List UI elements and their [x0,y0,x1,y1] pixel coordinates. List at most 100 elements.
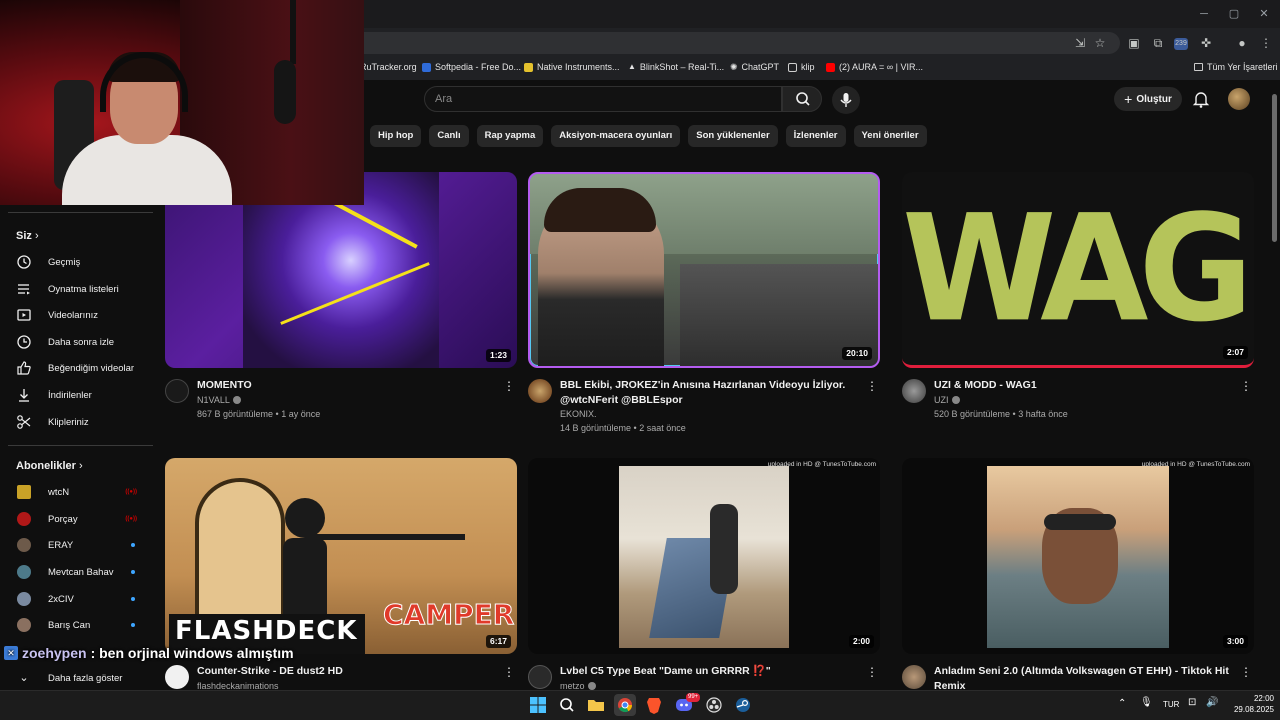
discord-icon[interactable]: 99+ [673,693,701,716]
channel-name[interactable]: EKONIX. [560,409,597,419]
minimize-icon[interactable]: ─ [1196,6,1212,22]
video-thumbnail[interactable]: WAG1 2:07 [902,172,1254,368]
more-options-icon[interactable]: ⋮ [866,664,878,680]
bookmark-item[interactable]: klip [788,58,815,76]
account-avatar[interactable] [1228,88,1250,110]
brave-icon[interactable] [643,694,665,716]
system-clock[interactable]: 22:00 29.08.2025 [1226,693,1274,715]
translate-icon[interactable]: ⧉ [1150,35,1166,51]
video-thumbnail[interactable]: 20:10 [528,172,880,368]
close-icon[interactable]: ✕ [1256,6,1272,22]
chevron-right-icon: › [78,460,83,472]
chip-recently-uploaded[interactable]: Son yüklenenler [688,125,778,147]
all-bookmarks[interactable]: Tüm Yer İşaretleri [1194,58,1278,76]
video-title[interactable]: MOMENTO [197,378,497,393]
bookmark-item[interactable]: Native Instruments... [524,58,620,76]
sidebar-item-history[interactable]: Geçmiş [0,249,155,275]
more-options-icon[interactable]: ⋮ [1240,378,1252,394]
channel-avatar[interactable] [528,665,552,689]
sidebar-subscription-porcay[interactable]: Porçay ((●)) [0,506,155,532]
sidebar-item-clips[interactable]: Klipleriniz [0,409,155,435]
channel-name[interactable]: UZI [934,395,960,405]
scrollbar-thumb[interactable] [1272,94,1277,242]
tray-microphone-icon[interactable]: 🎙 [1140,697,1153,708]
create-button[interactable]: + Oluştur [1114,87,1182,111]
verified-icon [951,396,960,404]
network-icon[interactable]: ⊡ [1188,697,1196,708]
chrome-icon[interactable] [614,694,636,716]
more-options-icon[interactable]: ⋮ [866,378,878,394]
sidebar-item-playlists[interactable]: Oynatma listeleri [0,276,155,302]
taskbar [0,690,1280,720]
tray-chevron-up-icon[interactable]: ⌃ [1118,698,1126,709]
video-card[interactable]: uploaded in HD @ TunesToTube.com 2:00 Lv… [528,458,880,691]
sidebar-item-watch-later[interactable]: Daha sonra izle [0,329,155,355]
video-card[interactable]: 20:10 BBL Ekibi, JROKEZ'in Anısına Hazır… [528,172,880,437]
extension-badge[interactable]: 239 [1174,38,1188,50]
download-icon [16,387,32,403]
chip-rap[interactable]: Rap yapma [476,125,544,147]
steam-icon[interactable] [732,694,754,716]
more-options-icon[interactable]: ⋮ [503,378,515,394]
taskbar-search-icon[interactable] [556,694,578,716]
video-title[interactable]: BBL Ekibi, JROKEZ'in Anısına Hazırlanan … [560,378,860,408]
voice-search-button[interactable] [832,86,860,114]
extensions-puzzle-icon[interactable]: ✜ [1198,35,1214,51]
channel-avatar[interactable] [902,665,926,689]
bookmark-item[interactable]: ▲ BlinkShot – Real-Ti... [628,58,724,76]
chip-hip-hop[interactable]: Hip hop [370,125,422,147]
bookmark-star-icon[interactable]: ☆ [1092,35,1108,51]
bookmark-item[interactable]: ✺ ChatGPT [730,58,779,76]
video-title[interactable]: UZI & MODD - WAG1 [934,378,1234,393]
sidebar-subscriptions-header[interactable]: Abonelikler › [16,460,83,472]
sidebar-subscription-mevtcan[interactable]: Mevtcan Bahav [0,559,155,585]
video-card[interactable]: uploaded in HD @ TunesToTube.com 3:00 An… [902,458,1254,692]
bookmark-item[interactable]: Softpedia - Free Do... [422,58,521,76]
sidebar-item-liked[interactable]: Beğendiğim videolar [0,355,155,381]
video-title[interactable]: Counter-Strike - DE dust2 HD [197,664,497,679]
input-language[interactable]: TUR [1163,700,1179,709]
chip-live[interactable]: Canlı [429,125,469,147]
video-card[interactable]: WAG1 2:07 UZI & MODD - WAG1 UZI 520 B gö… [902,172,1254,422]
video-card[interactable]: 1:23 MOMENTO N1VALL 867 B görüntüleme • … [165,172,517,422]
chip-watched[interactable]: İzlenenler [785,125,846,147]
address-bar[interactable] [340,32,1120,54]
bookmark-item[interactable]: (2) AURA = ∞ | VIR... [826,58,923,76]
file-explorer-icon[interactable] [585,694,607,716]
sidebar-subscription-eray[interactable]: ERAY [0,532,155,558]
extension-icon[interactable]: ▣ [1126,35,1142,51]
notifications-button[interactable] [1190,88,1212,110]
video-thumbnail[interactable]: uploaded in HD @ TunesToTube.com 2:00 [528,458,880,654]
channel-name[interactable]: N1VALL [197,395,241,405]
search-button[interactable] [782,86,822,112]
install-app-icon[interactable]: ⇲ [1072,35,1088,51]
sidebar-show-more[interactable]: ⌄ Daha fazla göster [0,665,155,691]
video-title[interactable]: Lvbel C5 Type Beat "Dame un GRRRR ⁉️" [560,664,860,679]
bookmark-item[interactable]: RuTracker.org [360,58,417,76]
video-thumbnail[interactable]: FLASHDECK CAMPER 6:17 [165,458,517,654]
windows-start-icon[interactable] [527,694,549,716]
more-options-icon[interactable]: ⋮ [1240,664,1252,680]
channel-avatar[interactable] [165,665,189,689]
sidebar-you-header[interactable]: Siz › [16,230,39,242]
video-thumbnail[interactable]: uploaded in HD @ TunesToTube.com 3:00 [902,458,1254,654]
menu-kebab-icon[interactable]: ⋮ [1258,35,1274,51]
profile-icon[interactable]: ● [1234,35,1250,51]
chip-new-to-you[interactable]: Yeni öneriler [853,125,927,147]
channel-avatar[interactable] [165,379,189,403]
sidebar-item-downloads[interactable]: İndirilenler [0,382,155,408]
sidebar-subscription-baris-can[interactable]: Barış Can [0,612,155,638]
channel-avatar[interactable] [528,379,552,403]
sidebar-subscription-wtcn[interactable]: wtcN ((●)) [0,479,155,505]
sidebar-item-your-videos[interactable]: Videolarınız [0,302,155,328]
sidebar-subscription-2xciv[interactable]: 2xCIV [0,586,155,612]
search-input[interactable]: Ara [424,86,782,112]
more-options-icon[interactable]: ⋮ [503,664,515,680]
maximize-icon[interactable]: ▢ [1226,6,1242,22]
chip-action-adventure[interactable]: Aksiyon-macera oyunları [551,125,681,147]
volume-icon[interactable]: 🔊 [1206,697,1218,708]
obs-icon[interactable] [703,694,725,716]
channel-avatar[interactable] [902,379,926,403]
divider [8,212,153,213]
thumbnail-text: CAMPER [382,598,515,632]
